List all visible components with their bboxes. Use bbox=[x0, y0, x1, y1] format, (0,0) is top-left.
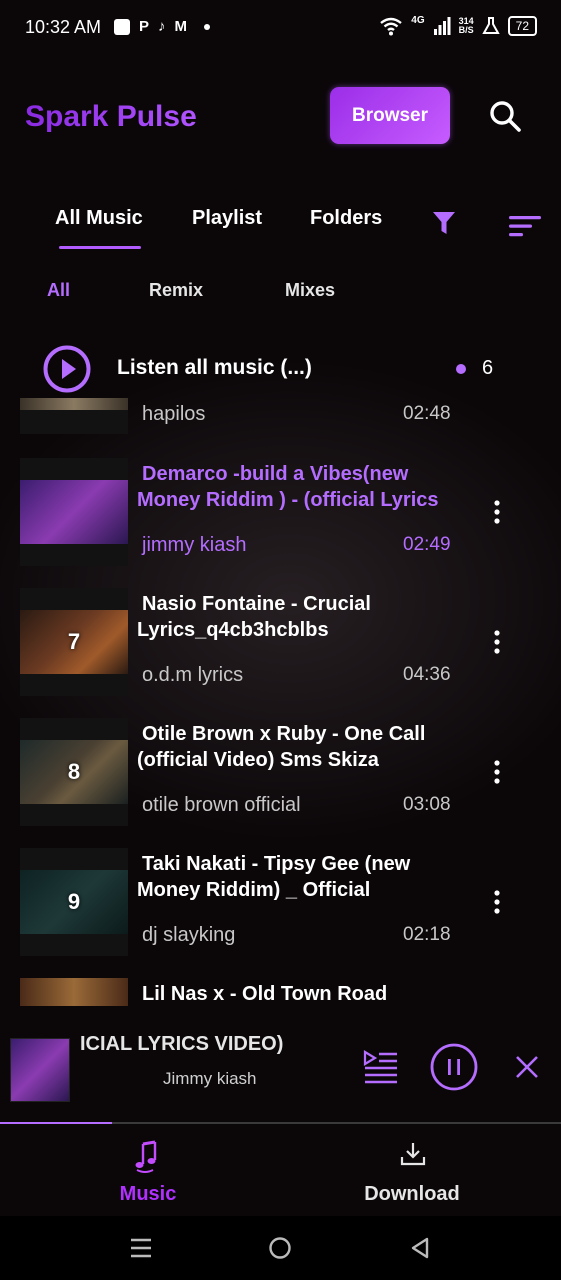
tab-playlist[interactable]: Playlist bbox=[192, 207, 262, 230]
thumbnail-art bbox=[20, 398, 128, 410]
notification-square-icon bbox=[114, 19, 130, 35]
filter-icon[interactable] bbox=[432, 210, 456, 236]
status-bar: 10:32 AM P ♪ M 4G 314 B/S 72 bbox=[0, 0, 561, 58]
tab-all-music[interactable]: All Music bbox=[55, 207, 143, 230]
song-duration: 04:36 bbox=[403, 664, 451, 685]
song-number: 8 bbox=[67, 759, 81, 784]
network-speed: 314 B/S bbox=[459, 17, 474, 35]
mini-player[interactable]: ICIAL LYRICS VIDEO) Jimmy kiash bbox=[0, 1006, 561, 1124]
song-row[interactable]: Demarco -build a Vibes(new Money Riddim … bbox=[0, 458, 561, 568]
status-time: 10:32 AM bbox=[25, 17, 102, 37]
song-duration: 03:08 bbox=[403, 794, 451, 815]
song-duration: 02:49 bbox=[403, 534, 451, 555]
chip-remix[interactable]: Remix bbox=[149, 280, 203, 301]
song-thumbnail bbox=[20, 978, 128, 1006]
status-notification-icons: P ♪ M bbox=[114, 18, 211, 36]
back-icon[interactable] bbox=[408, 1236, 432, 1260]
song-title-line1: Nasio Fontaine - Crucial bbox=[142, 593, 371, 615]
song-title: Taki Nakati - Tipsy Gee (new Money Riddi… bbox=[137, 851, 467, 903]
song-row[interactable]: 8 Otile Brown x Ruby - One Call (officia… bbox=[0, 718, 561, 828]
song-artist: dj slayking bbox=[142, 924, 236, 946]
song-title-line1: Otile Brown x Ruby - One Call bbox=[142, 723, 426, 745]
app-title: Spark Pulse bbox=[25, 100, 197, 133]
listen-all-count: 6 bbox=[482, 357, 494, 379]
song-number: 9 bbox=[67, 889, 81, 914]
browser-button[interactable]: Browser bbox=[330, 87, 450, 144]
play-all-icon[interactable] bbox=[43, 345, 91, 393]
tab-folders[interactable]: Folders bbox=[310, 207, 382, 230]
song-title: Lil Nas x - Old Town Road bbox=[137, 981, 467, 1006]
thumbnail-art bbox=[20, 978, 128, 1006]
nav-download-label: Download bbox=[364, 1183, 460, 1205]
more-options-icon[interactable] bbox=[490, 500, 504, 524]
system-navigation-bar bbox=[0, 1216, 561, 1280]
active-tab-indicator bbox=[59, 246, 141, 249]
song-title: Demarco -build a Vibes(new Money Riddim … bbox=[137, 461, 467, 513]
song-row[interactable]: 7 Nasio Fontaine - Crucial Lyrics_q4cb3h… bbox=[0, 588, 561, 698]
status-system-icons: 4G 314 B/S 72 bbox=[379, 16, 537, 36]
chip-mixes[interactable]: Mixes bbox=[285, 280, 335, 301]
recent-apps-icon[interactable] bbox=[129, 1236, 153, 1260]
song-title-line2: (official Video) Sms Skiza bbox=[137, 749, 379, 771]
close-icon[interactable] bbox=[515, 1055, 539, 1079]
song-number: 7 bbox=[67, 629, 81, 654]
song-row[interactable]: 9 Taki Nakati - Tipsy Gee (new Money Rid… bbox=[0, 848, 561, 958]
song-artist: hapilos bbox=[142, 403, 206, 425]
flask-icon bbox=[481, 17, 500, 34]
nav-music-label: Music bbox=[119, 1183, 177, 1205]
listen-all-label: Listen all music (...) bbox=[117, 356, 312, 379]
song-duration: 02:48 bbox=[403, 403, 451, 424]
song-title-line2: Lyrics_q4cb3hcblbs bbox=[137, 619, 329, 641]
thumbnail-art bbox=[20, 480, 128, 544]
gmail-icon: M bbox=[174, 18, 188, 35]
app-root: 10:32 AM P ♪ M 4G 314 B/S 72 Spark Pulse… bbox=[0, 0, 561, 1280]
song-title-line1: Lil Nas x - Old Town Road bbox=[142, 983, 388, 1005]
tiktok-icon: ♪ bbox=[158, 18, 166, 35]
mini-player-title: ICIAL LYRICS VIDEO) bbox=[80, 1033, 284, 1055]
p-icon: P bbox=[139, 18, 150, 35]
song-title-line2: Money Riddim) _ Official bbox=[137, 879, 371, 901]
song-title: Nasio Fontaine - Crucial Lyrics_q4cb3hcb… bbox=[137, 591, 467, 643]
mini-player-artist: Jimmy kiash bbox=[163, 1069, 257, 1088]
listen-all-row[interactable]: Listen all music (...) 6 bbox=[0, 340, 561, 398]
pause-button[interactable] bbox=[430, 1043, 478, 1091]
network-type: 4G bbox=[411, 15, 425, 26]
bottom-nav: Music Download bbox=[0, 1124, 561, 1216]
song-row[interactable]: Lil Nas x - Old Town Road bbox=[0, 978, 561, 1006]
song-title-line1: Taki Nakati - Tipsy Gee (new bbox=[142, 853, 411, 875]
music-notes-icon bbox=[135, 1140, 157, 1173]
speed-unit: B/S bbox=[458, 25, 474, 35]
home-icon[interactable] bbox=[268, 1236, 292, 1260]
song-artist: o.d.m lyrics bbox=[142, 664, 244, 686]
song-duration: 02:18 bbox=[403, 924, 451, 945]
more-options-icon[interactable] bbox=[490, 630, 504, 654]
more-options-icon[interactable] bbox=[490, 760, 504, 784]
chip-all[interactable]: All bbox=[47, 280, 70, 301]
song-title: Otile Brown x Ruby - One Call (official … bbox=[137, 721, 467, 773]
signal-icon bbox=[433, 17, 451, 35]
song-artist: jimmy kiash bbox=[142, 534, 247, 556]
download-icon bbox=[400, 1143, 426, 1166]
song-thumbnail: 9 bbox=[20, 848, 128, 956]
song-thumbnail: 7 bbox=[20, 588, 128, 696]
nav-download[interactable]: Download bbox=[312, 1124, 512, 1216]
song-title-line2: Money Riddim ) - (official Lyrics bbox=[137, 489, 439, 511]
queue-icon[interactable] bbox=[363, 1050, 399, 1084]
nav-music[interactable]: Music bbox=[48, 1124, 248, 1216]
sort-icon[interactable] bbox=[509, 214, 541, 238]
song-thumbnail bbox=[20, 398, 128, 434]
wifi-icon bbox=[380, 17, 403, 36]
more-options-icon[interactable] bbox=[490, 890, 504, 914]
song-thumbnail: 8 bbox=[20, 718, 128, 826]
song-artist: otile brown official bbox=[142, 794, 301, 816]
song-list[interactable]: hapilos 02:48 Demarco -build a Vibes(new… bbox=[0, 398, 561, 1006]
battery-indicator: 72 bbox=[507, 16, 537, 36]
search-icon[interactable] bbox=[488, 99, 522, 133]
count-dot bbox=[456, 364, 466, 374]
mini-player-artwork[interactable] bbox=[10, 1038, 70, 1102]
song-thumbnail bbox=[20, 458, 128, 566]
song-row[interactable]: hapilos 02:48 bbox=[0, 398, 561, 436]
song-title-line1: Demarco -build a Vibes(new bbox=[142, 463, 409, 485]
dot-icon bbox=[204, 24, 211, 30]
